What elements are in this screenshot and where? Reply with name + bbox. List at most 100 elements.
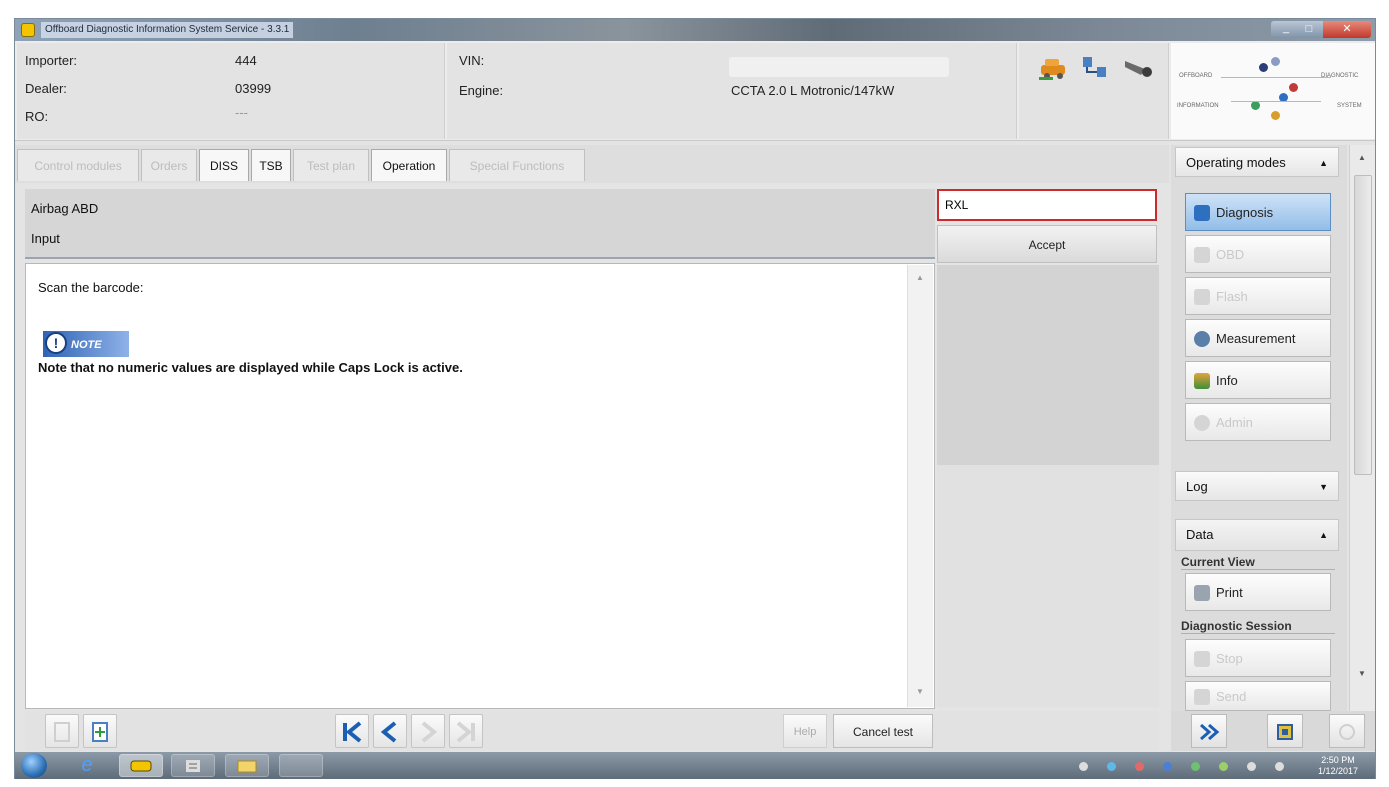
first-button[interactable] bbox=[335, 714, 369, 748]
log-header[interactable]: Log ▼ bbox=[1175, 471, 1339, 501]
mode-label: OBD bbox=[1216, 247, 1245, 262]
previous-button[interactable] bbox=[373, 714, 407, 748]
operating-modes-label: Operating modes bbox=[1186, 155, 1286, 170]
fullscreen-icon[interactable] bbox=[1267, 714, 1303, 748]
tray-icon[interactable] bbox=[1219, 762, 1228, 771]
mode-flash-button[interactable]: Flash bbox=[1185, 277, 1331, 315]
mode-measurement-button[interactable]: Measurement bbox=[1185, 319, 1331, 357]
scroll-up-icon[interactable]: ▲ bbox=[1358, 153, 1366, 162]
network-icon[interactable] bbox=[1081, 55, 1109, 81]
send-icon bbox=[1194, 689, 1210, 705]
stethoscope-icon bbox=[1194, 205, 1210, 221]
operating-modes-header[interactable]: Operating modes ▲ bbox=[1175, 147, 1339, 177]
print-button[interactable]: Print bbox=[1185, 573, 1331, 611]
accept-button[interactable]: Accept bbox=[937, 225, 1157, 263]
note-text: Note that no numeric values are displaye… bbox=[38, 360, 463, 375]
volume-icon[interactable] bbox=[1275, 762, 1284, 771]
tab-orders[interactable]: Orders bbox=[141, 149, 197, 181]
scroll-up-icon[interactable]: ▲ bbox=[916, 273, 924, 282]
tray-icon[interactable] bbox=[1163, 762, 1172, 771]
scrollbar-thumb[interactable] bbox=[1354, 175, 1372, 475]
mode-diagnosis-button[interactable]: Diagnosis bbox=[1185, 193, 1331, 231]
diagnostic-interface-icon[interactable] bbox=[1123, 57, 1153, 79]
tray-icon[interactable] bbox=[1191, 762, 1200, 771]
tab-tsb[interactable]: TSB bbox=[251, 149, 291, 181]
side-panel-blank-lower bbox=[937, 465, 1159, 707]
document-button[interactable] bbox=[45, 714, 79, 748]
vehicle-header: Importer: 444 Dealer: 03999 RO: --- VIN:… bbox=[15, 41, 1375, 141]
expand-icon[interactable]: ▼ bbox=[1319, 472, 1328, 502]
scroll-down-icon[interactable]: ▼ bbox=[1358, 669, 1366, 678]
sidebar-bottom-bar bbox=[1171, 711, 1375, 751]
tray-icon[interactable] bbox=[1135, 762, 1144, 771]
info-books-icon bbox=[1194, 373, 1210, 389]
logo-line bbox=[1231, 101, 1321, 102]
system-tray bbox=[1075, 758, 1301, 774]
brand-logo: OFFBOARD DIAGNOSTIC INFORMATION SYSTEM bbox=[1171, 43, 1375, 139]
tray-icon[interactable] bbox=[1079, 762, 1088, 771]
application-window: Offboard Diagnostic Information System S… bbox=[14, 18, 1376, 779]
logo-line bbox=[1221, 77, 1331, 78]
tab-special-functions[interactable]: Special Functions bbox=[449, 149, 585, 181]
cancel-test-button[interactable]: Cancel test bbox=[833, 714, 933, 748]
mode-obd-button[interactable]: OBD bbox=[1185, 235, 1331, 273]
start-button-icon[interactable] bbox=[21, 753, 47, 778]
power-icon[interactable] bbox=[1329, 714, 1365, 748]
stop-session-button[interactable]: Stop bbox=[1185, 639, 1331, 677]
title-bar[interactable]: Offboard Diagnostic Information System S… bbox=[15, 19, 1375, 41]
vehicle-connection-icon[interactable] bbox=[1039, 55, 1069, 81]
mode-label: Info bbox=[1216, 373, 1238, 388]
scroll-down-icon[interactable]: ▼ bbox=[916, 687, 924, 696]
collapse-icon[interactable]: ▲ bbox=[1319, 148, 1328, 178]
module-name: Airbag ABD bbox=[31, 201, 99, 216]
mode-label: Flash bbox=[1216, 289, 1248, 304]
forward-icon[interactable] bbox=[1191, 714, 1227, 748]
close-button[interactable]: ✕ bbox=[1323, 21, 1371, 38]
add-document-button[interactable] bbox=[83, 714, 117, 748]
data-header[interactable]: Data ▲ bbox=[1175, 519, 1339, 551]
send-label: Send bbox=[1216, 689, 1247, 704]
tray-icon[interactable] bbox=[1107, 762, 1116, 771]
help-button[interactable]: Help bbox=[783, 714, 827, 748]
obd-icon bbox=[1194, 247, 1210, 263]
maximize-button[interactable]: □ bbox=[1298, 21, 1320, 38]
tab-diss[interactable]: DISS bbox=[199, 149, 249, 181]
minimize-button[interactable]: _ bbox=[1275, 21, 1297, 38]
instruction-text: Scan the barcode: bbox=[38, 280, 144, 295]
vin-value bbox=[729, 57, 949, 77]
taskbar-clock[interactable]: 2:50 PM 1/12/2017 bbox=[1307, 755, 1369, 777]
app-taskbar-icon[interactable] bbox=[171, 754, 215, 777]
internet-explorer-icon[interactable]: e bbox=[65, 754, 109, 777]
vehicle-info-panel: VIN: Engine: CCTA 2.0 L Motronic/147kW bbox=[447, 43, 1017, 139]
app-logo-icon bbox=[21, 23, 35, 37]
importer-label: Importer: bbox=[25, 53, 78, 68]
taskbar-item-icon[interactable] bbox=[279, 754, 323, 777]
admin-icon bbox=[1194, 415, 1210, 431]
diagnostic-session-label: Diagnostic Session bbox=[1181, 619, 1335, 634]
sidebar-scrollbar[interactable]: ▲ ▼ bbox=[1349, 145, 1375, 751]
side-panel-blank bbox=[937, 265, 1159, 465]
tab-control-modules[interactable]: Control modules bbox=[17, 149, 139, 181]
odis-taskbar-icon[interactable] bbox=[119, 754, 163, 777]
collapse-icon[interactable]: ▲ bbox=[1319, 520, 1328, 550]
logo-dot-icon bbox=[1271, 111, 1280, 120]
section-label: Input bbox=[31, 231, 60, 246]
importer-value: 444 bbox=[235, 53, 257, 68]
stop-icon bbox=[1194, 651, 1210, 667]
mode-admin-button[interactable]: Admin bbox=[1185, 403, 1331, 441]
network-tray-icon[interactable] bbox=[1247, 762, 1256, 771]
operating-modes-sidebar: Operating modes ▲ Diagnosis OBD Flash Me… bbox=[1171, 145, 1347, 751]
content-scrollbar[interactable]: ▲ ▼ bbox=[907, 265, 933, 707]
tab-operation[interactable]: Operation bbox=[371, 149, 447, 181]
tab-test-plan[interactable]: Test plan bbox=[293, 149, 369, 181]
printer-icon bbox=[1194, 585, 1210, 601]
brand-word-4: SYSTEM bbox=[1337, 103, 1362, 109]
mode-info-button[interactable]: Info bbox=[1185, 361, 1331, 399]
next-button[interactable] bbox=[411, 714, 445, 748]
last-button[interactable] bbox=[449, 714, 483, 748]
send-session-button[interactable]: Send bbox=[1185, 681, 1331, 711]
mode-label: Admin bbox=[1216, 415, 1253, 430]
folder-taskbar-icon[interactable] bbox=[225, 754, 269, 777]
gauge-icon bbox=[1194, 331, 1210, 347]
barcode-input[interactable] bbox=[937, 189, 1157, 221]
